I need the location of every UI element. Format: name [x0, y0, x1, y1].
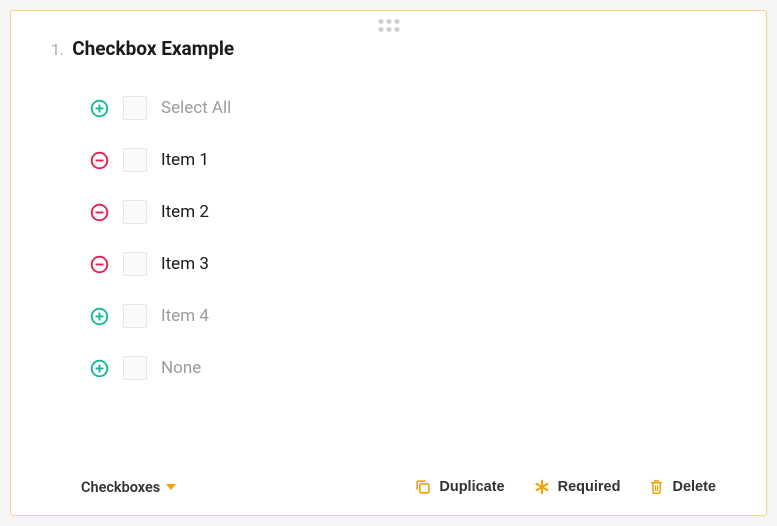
option-label[interactable]: Item 4 — [161, 306, 209, 326]
options-list: Select All Item 1 Item 2 — [11, 66, 766, 404]
checkbox-preview — [123, 304, 147, 328]
checkbox-preview — [123, 148, 147, 172]
checkbox-preview — [123, 252, 147, 276]
plus-circle-icon — [90, 99, 109, 118]
option-row-item: Item 1 — [89, 134, 766, 186]
option-label[interactable]: None — [161, 358, 201, 378]
checkbox-preview — [123, 96, 147, 120]
remove-option-button[interactable] — [89, 150, 109, 170]
question-footer: Checkboxes Duplicate Required — [11, 459, 766, 515]
question-number: 1. — [51, 40, 64, 59]
option-label[interactable]: Item 1 — [161, 150, 209, 170]
add-option-button[interactable] — [89, 358, 109, 378]
duplicate-button[interactable]: Duplicate — [414, 478, 504, 496]
required-label: Required — [558, 479, 621, 495]
delete-label: Delete — [672, 479, 716, 495]
duplicate-icon — [414, 478, 432, 496]
add-option-button[interactable] — [89, 306, 109, 326]
duplicate-label: Duplicate — [439, 479, 504, 495]
delete-button[interactable]: Delete — [648, 478, 716, 496]
plus-circle-icon — [90, 359, 109, 378]
option-row-none: None — [89, 342, 766, 394]
question-card: 1. Checkbox Example Select All — [10, 10, 767, 516]
remove-option-button[interactable] — [89, 202, 109, 222]
chevron-down-icon — [166, 484, 176, 490]
option-row-item: Item 2 — [89, 186, 766, 238]
checkbox-preview — [123, 356, 147, 380]
add-option-button[interactable] — [89, 98, 109, 118]
required-button[interactable]: Required — [533, 478, 621, 496]
plus-circle-icon — [90, 307, 109, 326]
question-title[interactable]: Checkbox Example — [72, 37, 234, 60]
asterisk-icon — [533, 478, 551, 496]
option-label[interactable]: Item 2 — [161, 202, 209, 222]
checkbox-preview — [123, 200, 147, 224]
trash-icon — [648, 478, 665, 496]
remove-option-button[interactable] — [89, 254, 109, 274]
option-row-item: Item 3 — [89, 238, 766, 290]
question-type-selector[interactable]: Checkboxes — [81, 479, 176, 496]
option-label[interactable]: Item 3 — [161, 254, 209, 274]
minus-circle-icon — [90, 255, 109, 274]
drag-handle-icon[interactable] — [378, 19, 399, 32]
option-label[interactable]: Select All — [161, 98, 231, 118]
minus-circle-icon — [90, 151, 109, 170]
minus-circle-icon — [90, 203, 109, 222]
option-row-select-all: Select All — [89, 82, 766, 134]
question-type-label: Checkboxes — [81, 479, 160, 496]
option-row-item: Item 4 — [89, 290, 766, 342]
